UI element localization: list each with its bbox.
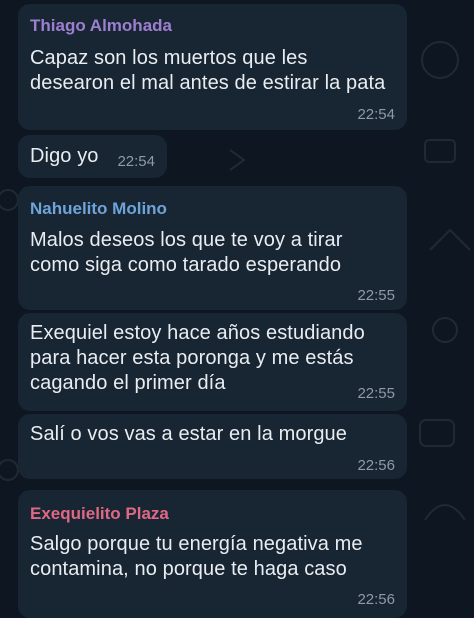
message-bubble[interactable]: Digo yo 22:54 [18, 135, 167, 178]
message-bubble[interactable]: Exequielito Plaza Salgo porque tu energí… [18, 490, 407, 618]
message-timestamp: 22:54 [117, 153, 155, 170]
chat-message-list: Thiago Almohada Capaz son los muertos qu… [0, 0, 474, 618]
message-text-line: para hacer esta poronga y me estás [30, 347, 354, 369]
message-text-line: Salí o vos vas a estar en la morgue [30, 423, 347, 445]
message-text-line: Salgo porque tu energía negativa me [30, 533, 363, 555]
message-bubble[interactable]: Nahuelito Molino Malos deseos los que te… [18, 186, 407, 310]
message-bubble[interactable]: Salí o vos vas a estar en la morgue 22:5… [18, 414, 407, 479]
message-timestamp: 22:54 [357, 106, 395, 123]
sender-name[interactable]: Exequielito Plaza [30, 504, 169, 524]
message-text-line: Malos deseos los que te voy a tirar [30, 229, 343, 251]
sender-name[interactable]: Nahuelito Molino [30, 199, 167, 219]
message-timestamp: 22:56 [357, 591, 395, 608]
message-timestamp: 22:56 [357, 457, 395, 474]
message-timestamp: 22:55 [357, 385, 395, 402]
sender-name[interactable]: Thiago Almohada [30, 16, 172, 36]
message-text-line: como siga como tarado esperando [30, 254, 342, 276]
message-bubble[interactable]: Exequiel estoy hace años estudiando para… [18, 313, 407, 411]
message-text-line: Exequiel estoy hace años estudiando [30, 322, 365, 344]
message-text-line: contamina, no porque te haga caso [30, 558, 347, 580]
message-bubble[interactable]: Thiago Almohada Capaz son los muertos qu… [18, 4, 407, 130]
message-text-line: desearon el mal antes de estirar la pata [30, 72, 386, 94]
message-text-line: Capaz son los muertos que les [30, 47, 308, 69]
message-text-line: cagando el primer día [30, 372, 226, 394]
message-timestamp: 22:55 [357, 287, 395, 304]
message-text-line: Digo yo [30, 145, 99, 167]
